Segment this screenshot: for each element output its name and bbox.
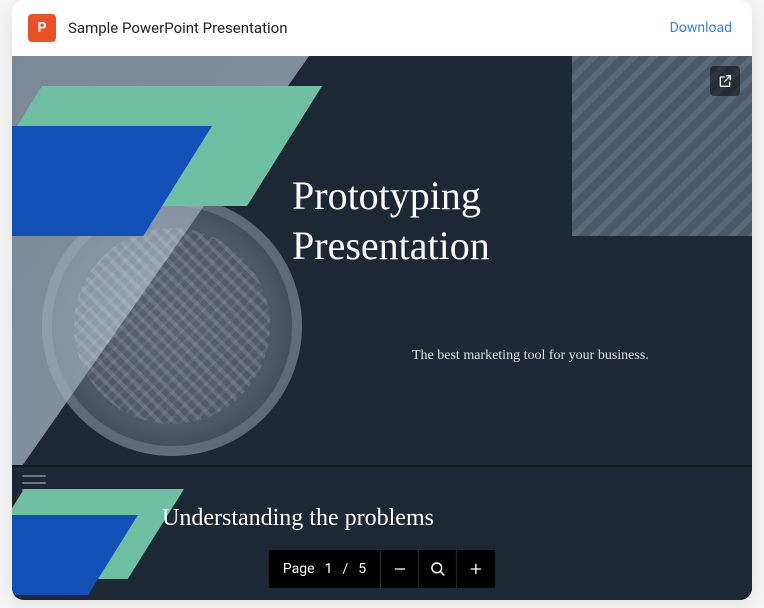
card-header: P Sample PowerPoint Presentation Downloa… <box>12 0 752 56</box>
slide-1: Prototyping Presentation The best market… <box>12 56 752 465</box>
zoom-in-button[interactable] <box>457 550 495 588</box>
download-link[interactable]: Download <box>670 20 732 36</box>
powerpoint-icon: P <box>28 14 56 42</box>
file-title: Sample PowerPoint Presentation <box>68 19 658 37</box>
plus-icon <box>468 561 484 577</box>
page-separator: / <box>342 561 348 577</box>
slide2-title: Understanding the problems <box>162 505 434 532</box>
page-label: Page <box>283 561 315 577</box>
presentation-card: P Sample PowerPoint Presentation Downloa… <box>12 0 752 600</box>
powerpoint-icon-letter: P <box>37 20 46 36</box>
slide1-title: Prototyping Presentation <box>292 171 490 271</box>
page-indicator: Page 1 / 5 <box>269 550 381 588</box>
page-current: 1 <box>325 561 333 577</box>
minus-icon <box>392 561 408 577</box>
popout-icon <box>717 73 733 89</box>
slide1-title-line1: Prototyping <box>292 173 481 218</box>
slide1-title-line2: Presentation <box>292 223 490 268</box>
page-controls: Page 1 / 5 <box>269 550 495 588</box>
zoom-reset-button[interactable] <box>419 550 457 588</box>
slide1-subtitle: The best marketing tool for your busines… <box>412 348 649 364</box>
page-total: 5 <box>358 561 366 577</box>
slide-viewer: Prototyping Presentation The best market… <box>12 56 752 600</box>
zoom-out-button[interactable] <box>381 550 419 588</box>
popout-button[interactable] <box>710 66 740 96</box>
magnifier-icon <box>429 560 447 578</box>
